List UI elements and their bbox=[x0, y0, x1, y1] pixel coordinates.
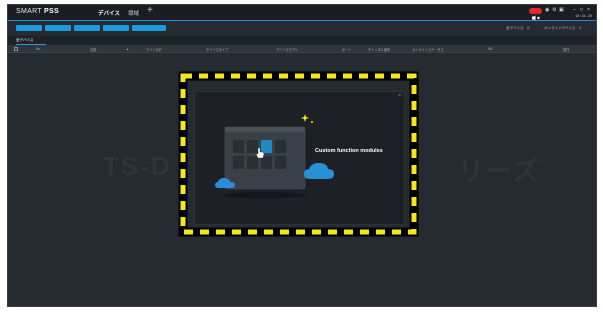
tab-area[interactable]: 領域 bbox=[128, 9, 139, 17]
stat-all-devices: 全デバイス 0 bbox=[506, 26, 529, 31]
feature-intro-modal: × Custom function modules bbox=[194, 91, 405, 225]
stat-online-devices: オンラインデバイス 0 bbox=[544, 26, 581, 31]
column-device-model[interactable]: デバイスモデル bbox=[276, 47, 298, 52]
column-device-type[interactable]: デバイスタイプ bbox=[206, 47, 228, 52]
logo-prefix: SMART bbox=[16, 8, 44, 15]
modal-title: Custom function modules bbox=[315, 148, 383, 154]
stat-all-devices-label: 全デバイス bbox=[506, 26, 524, 30]
column-sn[interactable]: SN bbox=[488, 47, 492, 51]
sparkle-icon bbox=[301, 114, 313, 123]
column-operation[interactable]: 操作 bbox=[563, 47, 569, 52]
subtab-all-devices[interactable]: 全デバイス bbox=[16, 38, 33, 43]
alarm-icon bbox=[532, 15, 540, 21]
cloud-icon bbox=[215, 178, 235, 188]
cloud-icon-large bbox=[304, 163, 334, 179]
logo-suffix: PSS bbox=[44, 8, 59, 15]
column-name[interactable]: 名前 bbox=[90, 47, 96, 52]
hand-pointer-icon bbox=[255, 147, 265, 159]
device-subtabs: 全デバイス bbox=[8, 36, 596, 45]
sort-icon[interactable]: ▲ bbox=[126, 47, 129, 51]
device-table-header: No. 名前 ▲ デバイスIP デバイスタイプ デバイスモデル ポート チャンネ… bbox=[8, 45, 596, 53]
toolbar-button-3[interactable] bbox=[74, 25, 100, 31]
column-channel-number[interactable]: チャンネル番号 bbox=[368, 47, 390, 52]
toolbar-button-1[interactable] bbox=[16, 25, 42, 31]
settings-icon[interactable]: ⚙ bbox=[552, 7, 556, 13]
column-port[interactable]: ポート bbox=[342, 47, 352, 52]
toolbar: 全デバイス 0 オンラインデバイス 0 bbox=[8, 22, 596, 34]
minimize-icon[interactable]: – bbox=[573, 7, 576, 13]
stat-online-devices-value: 0 bbox=[579, 26, 582, 30]
select-all-checkbox[interactable] bbox=[14, 47, 18, 51]
column-device-ip[interactable]: デバイスIP bbox=[146, 47, 162, 52]
maximize-icon[interactable]: □ bbox=[580, 7, 583, 13]
user-icon[interactable]: ◉ bbox=[545, 7, 549, 13]
toolbar-button-4[interactable] bbox=[103, 25, 129, 31]
watermark-left: TS-D bbox=[103, 151, 172, 181]
alarm-badge[interactable] bbox=[529, 8, 542, 21]
toolbar-button-2[interactable] bbox=[45, 25, 71, 31]
column-no[interactable]: No. bbox=[36, 47, 41, 51]
stat-online-devices-label: オンラインデバイス bbox=[544, 26, 576, 30]
toolbar-button-5[interactable] bbox=[132, 25, 166, 31]
app-logo: SMART PSS bbox=[16, 8, 59, 15]
tab-device[interactable]: デバイス bbox=[98, 9, 120, 17]
stat-all-devices-value: 0 bbox=[527, 26, 530, 30]
clock: 16:31:28 bbox=[575, 15, 592, 19]
add-tab-button[interactable]: + bbox=[147, 6, 153, 16]
lock-icon[interactable]: ▣ bbox=[559, 7, 564, 13]
modules-illustration bbox=[223, 126, 307, 198]
column-online-status[interactable]: オンラインステータス bbox=[412, 47, 444, 52]
watermark-right: リーズ bbox=[458, 156, 541, 186]
title-bar: SMART PSS デバイス 領域 + ◉ ⚙ ▣ – □ × 16:31:28 bbox=[8, 5, 596, 21]
close-icon[interactable]: × bbox=[587, 7, 590, 13]
